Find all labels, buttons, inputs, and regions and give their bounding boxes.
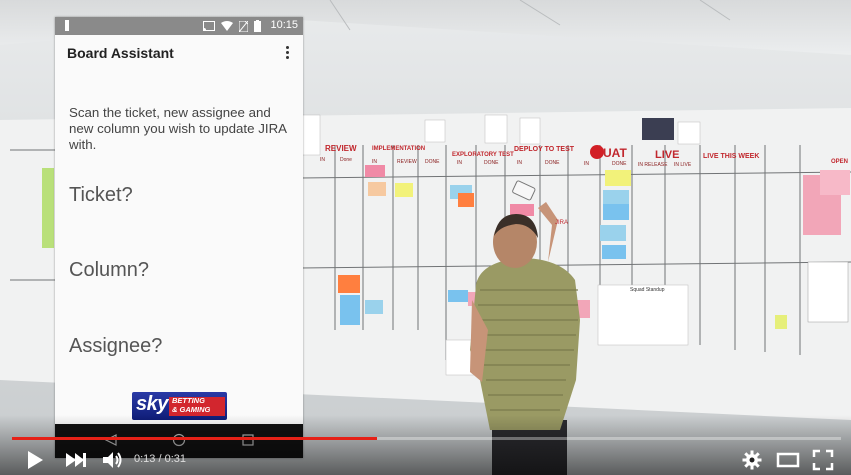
board-header: REVIEW xyxy=(325,144,357,153)
volume-icon[interactable] xyxy=(101,448,125,472)
no-sim-icon xyxy=(239,20,248,32)
board-header: IMPLEMENTATION xyxy=(372,146,425,152)
board-subheader: IN xyxy=(584,161,589,167)
time-display: 0:13 / 0:31 xyxy=(134,453,186,465)
fullscreen-icon[interactable] xyxy=(812,449,834,471)
video-player[interactable]: REVIEW IMPLEMENTATION EXPLORATORY TEST D… xyxy=(0,0,851,475)
theater-mode-icon[interactable] xyxy=(776,449,800,471)
board-subheader: IN xyxy=(517,160,522,166)
board-header: OPEN xyxy=(831,159,848,165)
play-button[interactable] xyxy=(24,449,46,471)
board-subheader: IN xyxy=(457,160,462,166)
svg-text:JIRA: JIRA xyxy=(555,220,568,226)
controls-gradient xyxy=(0,415,851,475)
notification-icon xyxy=(65,20,69,31)
app-bar: Board Assistant xyxy=(55,35,303,90)
cast-icon xyxy=(203,21,215,31)
board-subheader: IN xyxy=(372,159,377,165)
board-subheader: Done xyxy=(340,157,352,163)
board-header: LIVE THIS WEEK xyxy=(703,153,759,160)
status-bar: 10:15 xyxy=(55,17,303,35)
time-separator: / xyxy=(155,453,165,465)
board-header: EXPLORATORY TEST xyxy=(452,152,514,158)
board-subheader: IN RELEASE xyxy=(638,162,668,168)
board-subheader: REVIEW xyxy=(397,159,417,165)
progress-played xyxy=(12,437,377,440)
phone-screen: 10:15 Board Assistant Scan the ticket, n… xyxy=(55,17,303,458)
next-button[interactable] xyxy=(64,449,88,471)
progress-bar[interactable] xyxy=(12,437,841,440)
instructions-text: Scan the ticket, new assignee and new co… xyxy=(69,105,287,152)
board-header: LIVE xyxy=(655,149,679,161)
status-time: 10:15 xyxy=(270,19,298,31)
ticket-prompt: Ticket? xyxy=(69,184,133,206)
settings-gear-icon[interactable] xyxy=(741,449,763,471)
overflow-menu-icon[interactable] xyxy=(281,45,293,61)
board-header: UAT xyxy=(603,146,627,160)
board-subheader: IN xyxy=(320,157,325,163)
battery-icon xyxy=(254,20,261,32)
column-prompt: Column? xyxy=(69,259,150,281)
board-subheader: DONE xyxy=(545,160,560,166)
standup-title: Squad Standup xyxy=(630,287,665,293)
board-subheader: DONE xyxy=(425,159,440,165)
board-header: DEPLOY TO TEST xyxy=(514,146,575,153)
app-content: Scan the ticket, new assignee and new co… xyxy=(55,89,303,427)
assignee-prompt: Assignee? xyxy=(69,335,163,357)
time-current: 0:13 xyxy=(134,453,156,465)
time-total: 0:31 xyxy=(164,453,187,465)
board-subheader: IN LIVE xyxy=(674,162,692,168)
app-title: Board Assistant xyxy=(67,45,174,61)
board-subheader: DONE xyxy=(612,161,627,167)
wifi-icon xyxy=(221,21,233,31)
board-subheader: DONE xyxy=(484,160,499,166)
